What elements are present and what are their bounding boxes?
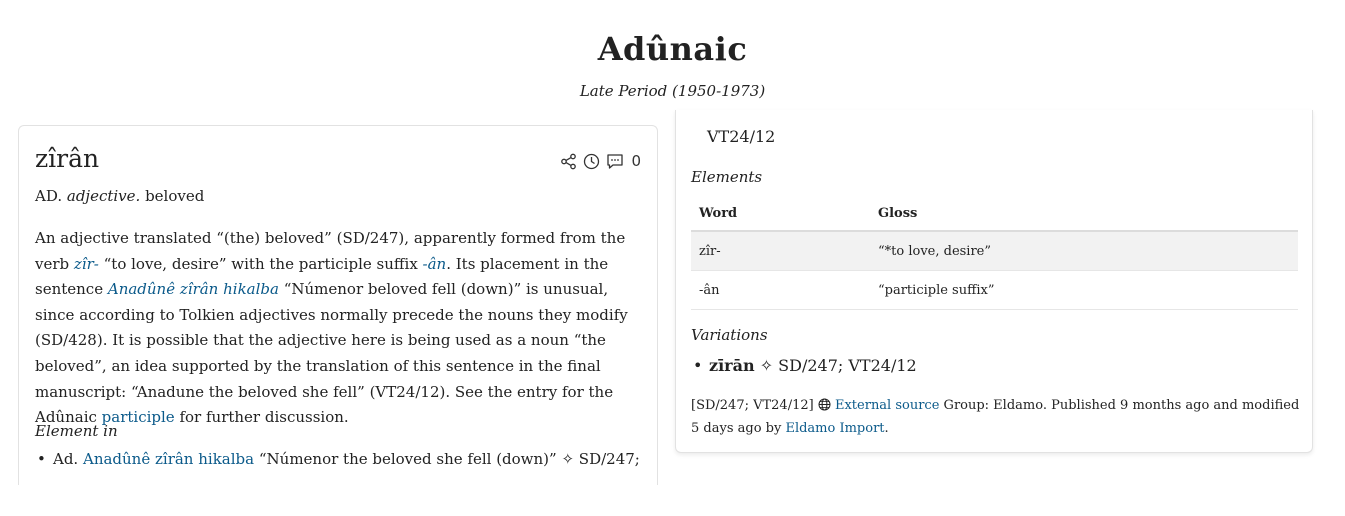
elements-table: Word Gloss zîr- “*to love, desire” -ân “… — [691, 196, 1298, 310]
page-subtitle: Late Period (1950-1973) — [579, 82, 766, 100]
variation-item: • zīrān ✧ SD/247; VT24/12 — [693, 356, 917, 375]
element-in-link[interactable]: Anadûnê zîrân hikalba — [83, 450, 254, 468]
elements-label: Elements — [691, 168, 763, 186]
definition-text-part: “to love, desire” with the participle su… — [98, 254, 423, 273]
globe-icon — [818, 397, 831, 418]
variations-label: Variations — [691, 326, 768, 344]
sentence-link[interactable]: Anadûnê zîrân hikalba — [108, 280, 279, 298]
entry-actions: 0 — [560, 152, 641, 170]
table-cell-gloss: “participle suffix” — [870, 270, 1298, 310]
meta-refs: [SD/247; VT24/12] — [691, 398, 814, 413]
history-icon[interactable] — [583, 153, 600, 170]
variation-refs: ✧ SD/247; VT24/12 — [759, 356, 917, 375]
external-source-link[interactable]: External source — [835, 398, 939, 413]
column-header-word: Word — [691, 196, 870, 232]
comments-icon[interactable] — [606, 153, 624, 170]
element-in-label: Element in — [35, 422, 118, 440]
definition-text-part: “Númenor beloved fell (down)” is unusual… — [35, 280, 628, 427]
page-title: Adûnaic — [597, 30, 748, 68]
comment-count: 0 — [631, 152, 641, 170]
table-cell-word: zîr- — [691, 231, 870, 271]
details-card: VT24/12 Elements Word Gloss zîr- “*to lo… — [675, 110, 1313, 453]
table-header-row: Word Gloss — [691, 196, 1298, 232]
table-row: -ân “participle suffix” — [691, 270, 1298, 310]
table-row: zîr- “*to love, desire” — [691, 231, 1298, 271]
bullet: • — [37, 450, 46, 468]
column-header-gloss: Gloss — [870, 196, 1298, 232]
gloss: beloved — [145, 187, 205, 205]
entry-card: zîrân 0 AD. adjective. beloved An adject… — [18, 125, 658, 485]
entry-meta: [SD/247; VT24/12] External source Group:… — [691, 395, 1301, 439]
part-of-speech: adjective. — [66, 187, 141, 205]
part-of-speech-line: AD. adjective. beloved — [35, 187, 204, 205]
meta-end: . — [884, 421, 889, 436]
element-in-rest: “Númenor the beloved she fell (down)” ✧ … — [258, 450, 640, 468]
table-cell-gloss: “*to love, desire” — [870, 231, 1298, 271]
entry-word: zîrân — [35, 144, 100, 173]
element-in-list: • Ad. Anadûnê zîrân hikalba “Númenor the … — [37, 450, 640, 468]
table-cell-word: -ân — [691, 270, 870, 310]
verb-link[interactable]: zîr- — [74, 255, 99, 273]
author-link[interactable]: Eldamo Import — [785, 421, 884, 436]
reference-text: VT24/12 — [707, 127, 776, 146]
element-in-prefix: Ad. — [53, 450, 79, 468]
language-abbr: AD. — [35, 187, 63, 205]
definition-text: An adjective translated “(the) beloved” … — [35, 226, 635, 431]
variation-form: zīrān — [709, 356, 755, 375]
share-icon[interactable] — [560, 153, 577, 170]
bullet: • — [693, 356, 703, 375]
suffix-link[interactable]: -ân — [423, 255, 447, 273]
definition-text-part: for further discussion. — [174, 408, 349, 427]
list-item: • Ad. Anadûnê zîrân hikalba “Númenor the … — [37, 450, 640, 468]
